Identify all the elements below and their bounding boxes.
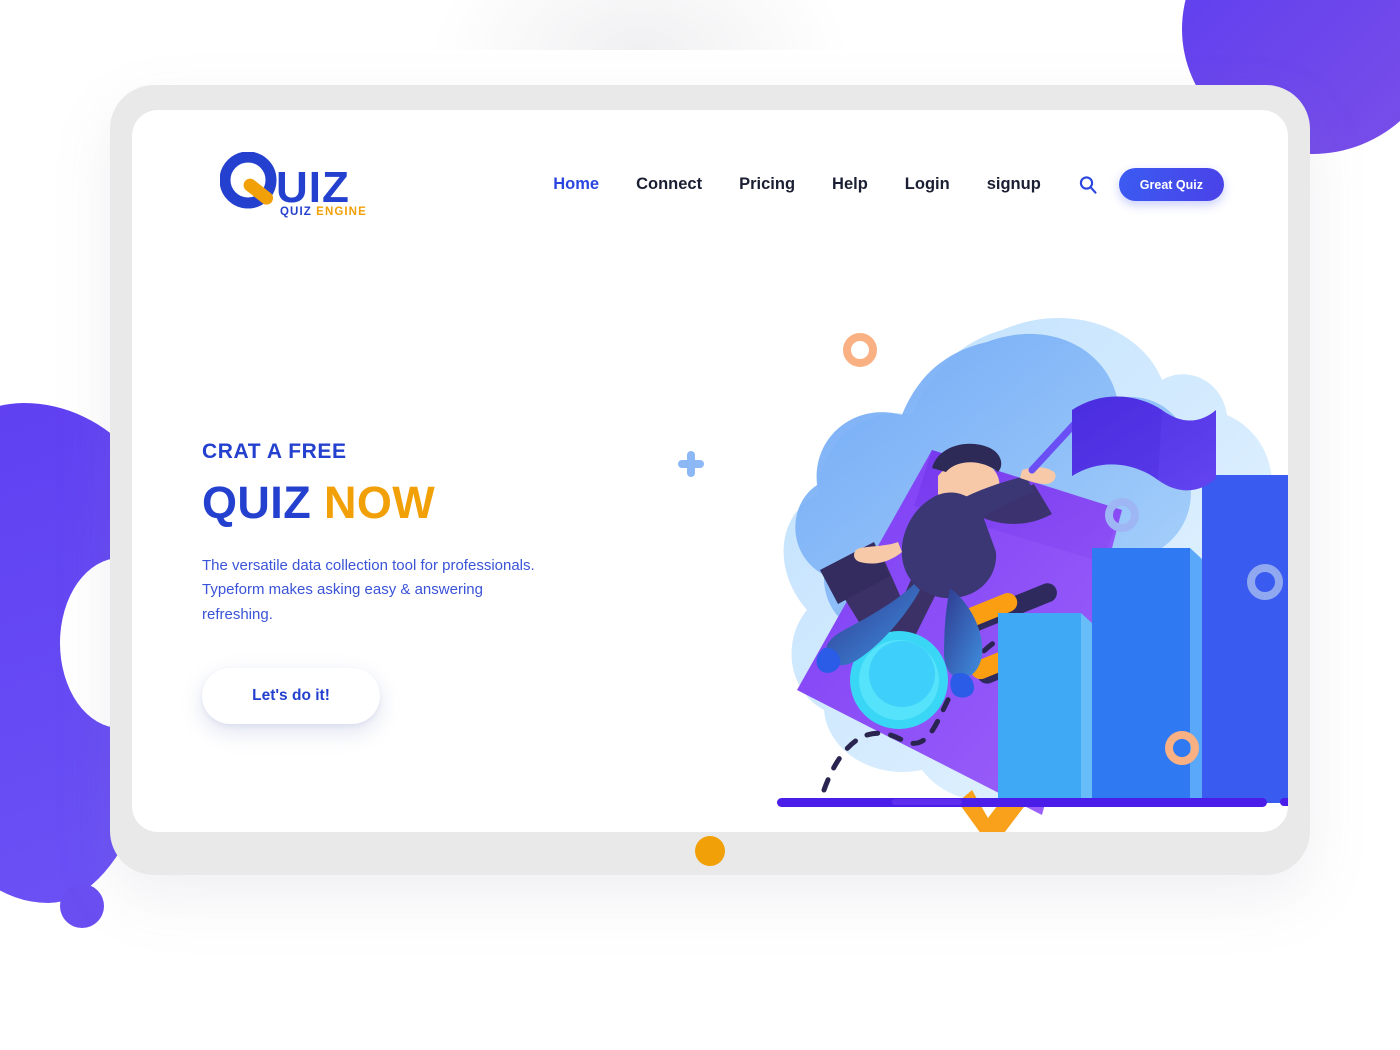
home-indicator-dot[interactable] — [695, 836, 725, 866]
site-header: UIZ QUIZ ENGINE Home Connect Pricing Hel… — [132, 110, 1288, 250]
nav-item-home[interactable]: Home — [533, 169, 600, 198]
hero-headline-quiz: QUIZ — [202, 477, 312, 528]
main-navigation: Home Connect Pricing Help Login signup G… — [533, 168, 1224, 201]
hero-headline: QUIZ NOW — [202, 478, 622, 528]
logo-tagline: QUIZ ENGINE — [280, 206, 367, 218]
nav-item-connect[interactable]: Connect — [636, 175, 702, 194]
brand-logo[interactable]: UIZ QUIZ ENGINE — [220, 152, 400, 228]
lets-do-it-button[interactable]: Let's do it! — [202, 667, 380, 724]
tablet-screen: UIZ QUIZ ENGINE Home Connect Pricing Hel… — [132, 110, 1288, 832]
purple-dot-decor — [60, 884, 104, 928]
hero-illustration — [602, 270, 1288, 832]
nav-item-pricing[interactable]: Pricing — [739, 175, 795, 194]
logo-q-icon — [220, 152, 277, 209]
nav-item-help[interactable]: Help — [832, 175, 868, 194]
logo-tagline-engine: ENGINE — [316, 206, 367, 218]
tablet-frame: UIZ QUIZ ENGINE Home Connect Pricing Hel… — [110, 85, 1310, 875]
nav-item-login[interactable]: Login — [905, 175, 950, 194]
hero-section: CRAT A FREE QUIZ NOW The versatile data … — [202, 440, 622, 724]
great-quiz-button[interactable]: Great Quiz — [1118, 168, 1224, 201]
search-icon[interactable] — [1078, 175, 1098, 195]
search-glass-icon — [1079, 175, 1097, 194]
nav-item-signup[interactable]: signup — [987, 175, 1041, 194]
page-root: UIZ QUIZ ENGINE Home Connect Pricing Hel… — [0, 0, 1400, 1050]
nav-item-home-label: Home — [553, 175, 600, 193]
hero-paragraph: The versatile data collection tool for p… — [202, 556, 535, 624]
orange-ring-decor-top — [843, 333, 877, 367]
logo-tagline-quiz: QUIZ — [280, 206, 312, 218]
plus-icon-top — [678, 451, 704, 477]
hero-eyebrow: CRAT A FREE — [202, 440, 347, 463]
hero-headline-now: NOW — [324, 477, 436, 528]
top-gradient-decor — [430, 0, 850, 50]
quiz-growth-illustration — [678, 318, 1288, 832]
